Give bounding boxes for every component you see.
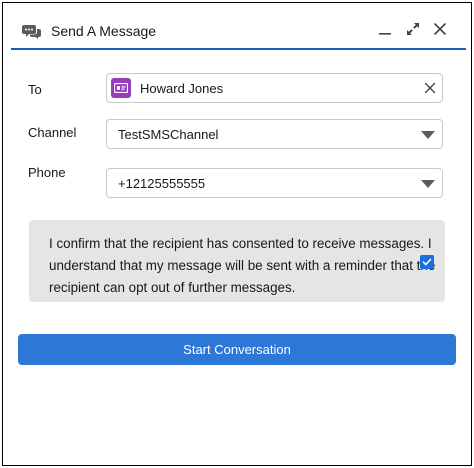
start-conversation-button[interactable]: Start Conversation — [18, 334, 456, 365]
channel-select-value: TestSMSChannel — [118, 127, 219, 142]
close-icon — [434, 23, 446, 35]
contact-card-icon — [111, 78, 131, 98]
clear-icon — [424, 82, 436, 94]
header-divider — [11, 48, 466, 50]
channel-label: Channel — [28, 125, 77, 140]
phone-select[interactable]: +12125555555 — [106, 168, 443, 198]
chevron-down-icon — [421, 131, 435, 139]
phone-label: Phone — [28, 165, 66, 180]
checkmark-icon — [422, 258, 432, 266]
send-message-panel: Send A Message To Howard Jones Channel T… — [2, 2, 472, 466]
close-button[interactable] — [428, 17, 452, 41]
minimize-button[interactable] — [373, 17, 397, 41]
to-label: To — [28, 82, 42, 97]
to-lookup-field[interactable]: Howard Jones — [106, 73, 443, 103]
consent-box: I confirm that the recipient has consent… — [29, 220, 445, 302]
minimize-icon — [379, 33, 391, 35]
channel-select[interactable]: TestSMSChannel — [106, 119, 443, 149]
expand-button[interactable] — [401, 17, 425, 41]
chat-bubbles-icon — [22, 22, 42, 42]
phone-select-value: +12125555555 — [118, 176, 206, 191]
consent-text: I confirm that the recipient has consent… — [49, 236, 436, 295]
panel-title: Send A Message — [51, 23, 157, 39]
clear-recipient-button[interactable] — [421, 79, 439, 97]
expand-icon — [407, 23, 419, 35]
consent-checkbox[interactable] — [420, 255, 434, 269]
panel-header: Send A Message — [3, 3, 471, 51]
chevron-down-icon — [421, 180, 435, 188]
selected-contact-name: Howard Jones — [140, 81, 224, 96]
